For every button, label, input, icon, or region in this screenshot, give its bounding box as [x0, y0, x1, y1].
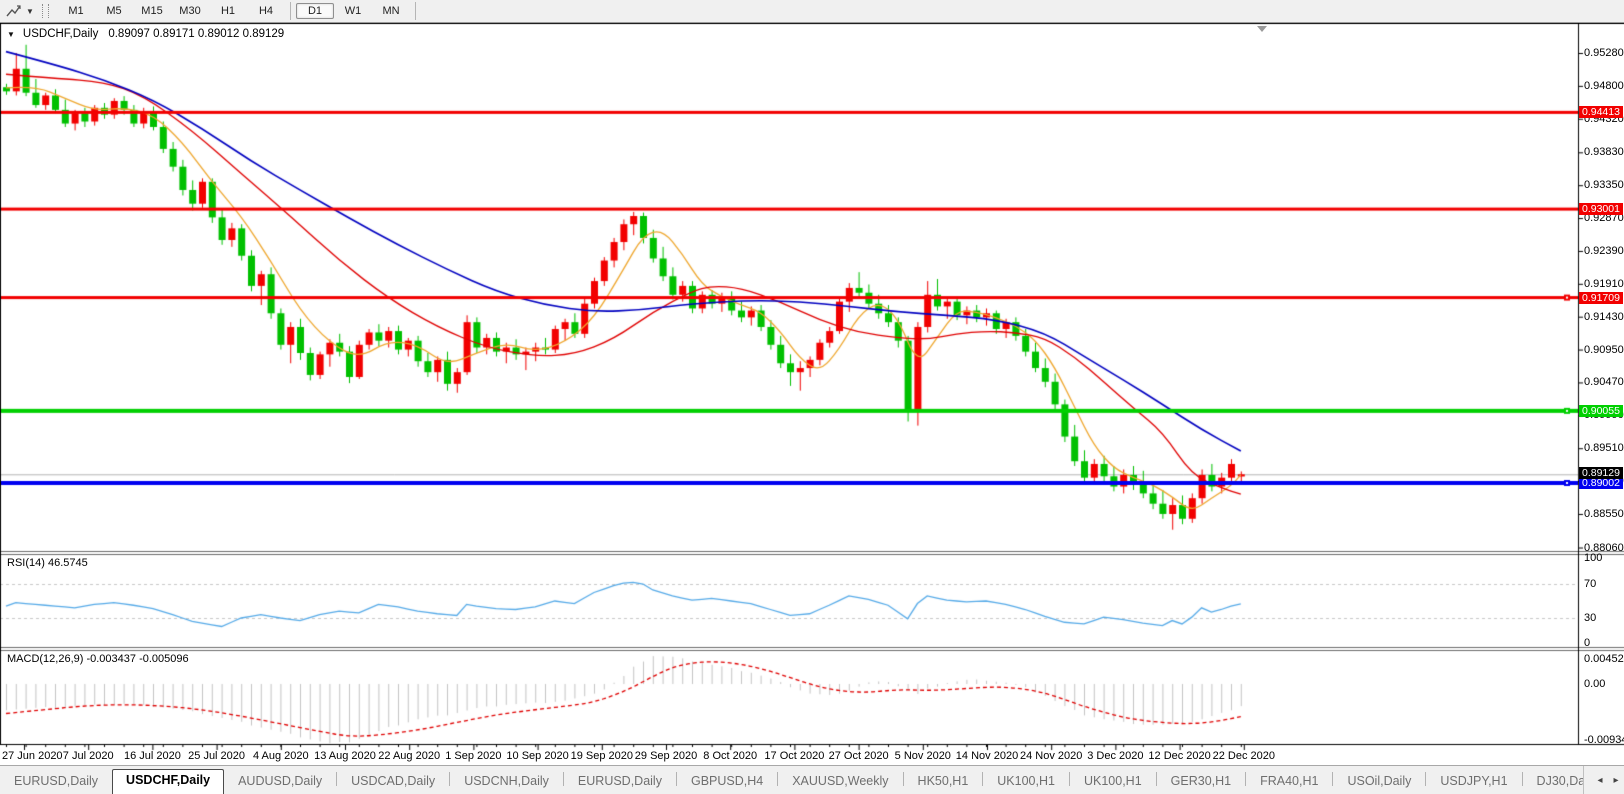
rsi-tick-label: 100 [1584, 552, 1602, 564]
price-tick-label: 0.93350 [1584, 179, 1624, 191]
price-tick-label: 0.91910 [1584, 278, 1624, 290]
rsi-tick-label: 0 [1584, 637, 1590, 649]
chart-shift-marker-icon[interactable] [1257, 26, 1267, 32]
chart-tab-usoil[interactable]: USOil,Daily [1333, 770, 1425, 794]
macd-indicator-label: MACD(12,26,9) -0.003437 -0.005096 [7, 653, 189, 665]
date-tick-label: 12 Dec 2020 [1148, 750, 1210, 762]
chart-tab-gbpusd[interactable]: GBPUSD,H4 [677, 770, 777, 794]
chart-tab-fra40[interactable]: FRA40,H1 [1246, 770, 1332, 794]
chart-tab-audusd[interactable]: AUDUSD,Daily [224, 770, 336, 794]
top-toolbar: ▼ M1M5M15M30H1H4 D1W1MN [0, 0, 1624, 23]
date-tick-label: 17 Oct 2020 [764, 750, 824, 762]
chart-tool-icon[interactable] [4, 3, 22, 19]
chart-tab-eurusd[interactable]: EURUSD,Daily [0, 770, 112, 794]
symbol-dropdown-icon[interactable]: ▼ [7, 30, 15, 39]
tab-strip: EURUSD,DailyUSDCHF,DailyAUDUSD,DailyUSDC… [0, 766, 1584, 794]
timeframe-h1-button[interactable]: H1 [209, 3, 247, 19]
date-tick-label: 8 Oct 2020 [703, 750, 757, 762]
date-tick-label: 4 Aug 2020 [253, 750, 309, 762]
chart-ohlc-values: 0.89097 0.89171 0.89012 0.89129 [108, 28, 284, 40]
chart-symbol-label: USDCHF,Daily [23, 28, 98, 40]
rsi-tick-label: 30 [1584, 612, 1596, 624]
timeframe-buttons: M1M5M15M30H1H4 D1W1MN [57, 2, 421, 20]
date-tick-label: 13 Aug 2020 [314, 750, 376, 762]
price-tick-label: 0.90950 [1584, 344, 1624, 356]
hline-price-tag[interactable]: 0.91709 [1579, 292, 1623, 304]
chart-tab-usdjpy[interactable]: USDJPY,H1 [1426, 770, 1521, 794]
timeframe-mn-button[interactable]: MN [372, 3, 410, 19]
price-tick-label: 0.90470 [1584, 376, 1624, 388]
chart-tab-hk50[interactable]: HK50,H1 [904, 770, 983, 794]
date-tick-label: 24 Nov 2020 [1020, 750, 1082, 762]
price-tick-label: 0.92390 [1584, 245, 1624, 257]
date-tick-label: 22 Dec 2020 [1213, 750, 1275, 762]
date-tick-label: 7 Jul 2020 [63, 750, 114, 762]
date-tick-label: 5 Nov 2020 [895, 750, 951, 762]
tab-scroll-arrows: ◂ ▸ [1583, 766, 1624, 794]
chart-tab-ger30[interactable]: GER30,H1 [1157, 770, 1245, 794]
chevron-down-icon[interactable]: ▼ [24, 7, 36, 16]
timeframe-w1-button[interactable]: W1 [334, 3, 372, 19]
date-tick-label: 25 Jul 2020 [188, 750, 245, 762]
price-tick-label: 0.89510 [1584, 442, 1624, 454]
chart-tab-usdcad[interactable]: USDCAD,Daily [337, 770, 449, 794]
toolbar-grip[interactable] [42, 4, 49, 18]
chart-tab-usdchf[interactable]: USDCHF,Daily [112, 769, 224, 794]
hline-price-tag[interactable]: 0.94413 [1579, 106, 1623, 118]
timeframe-d1-button[interactable]: D1 [296, 3, 334, 19]
macd-tick-label: 0.004527 [1584, 653, 1624, 665]
chart-tab-eurusd[interactable]: EURUSD,Daily [564, 770, 676, 794]
chart-tab-bar: EURUSD,DailyUSDCHF,DailyAUDUSD,DailyUSDC… [0, 765, 1624, 794]
macd-tick-label: -0.009348 [1584, 734, 1624, 746]
timeframe-m1-button[interactable]: M1 [57, 3, 95, 19]
date-tick-label: 22 Aug 2020 [378, 750, 440, 762]
rsi-tick-label: 70 [1584, 578, 1596, 590]
toolbar-divider [290, 2, 291, 20]
price-tick-label: 0.94800 [1584, 80, 1624, 92]
price-tick-label: 0.88550 [1584, 508, 1624, 520]
current-price-tag: 0.89129 [1579, 467, 1623, 479]
chart-tab-dj30[interactable]: DJ30,Daily [1523, 770, 1584, 794]
timeframe-m30-button[interactable]: M30 [171, 3, 209, 19]
chart-tab-xauusd[interactable]: XAUUSD,Weekly [778, 770, 902, 794]
chart-tab-uk100[interactable]: UK100,H1 [983, 770, 1069, 794]
date-tick-label: 10 Sep 2020 [506, 750, 568, 762]
hline-price-tag[interactable]: 0.93001 [1579, 203, 1623, 215]
tab-scroll-right-icon[interactable]: ▸ [1608, 775, 1624, 786]
price-chart-canvas[interactable] [0, 23, 1624, 765]
chart-tab-uk100[interactable]: UK100,H1 [1070, 770, 1156, 794]
timeframe-m15-button[interactable]: M15 [133, 3, 171, 19]
date-tick-label: 3 Dec 2020 [1087, 750, 1143, 762]
hline-price-tag[interactable]: 0.90055 [1579, 405, 1623, 417]
date-tick-label: 1 Sep 2020 [445, 750, 501, 762]
date-tick-label: 27 Jun 2020 [2, 750, 63, 762]
tab-scroll-left-icon[interactable]: ◂ [1592, 775, 1608, 786]
toolbar-divider [415, 2, 416, 20]
chart-window: ▼ USDCHF,Daily 0.89097 0.89171 0.89012 0… [0, 23, 1624, 765]
date-tick-label: 29 Sep 2020 [635, 750, 697, 762]
timeframe-h4-button[interactable]: H4 [247, 3, 285, 19]
date-tick-label: 14 Nov 2020 [956, 750, 1018, 762]
date-tick-label: 19 Sep 2020 [571, 750, 633, 762]
price-tick-label: 0.95280 [1584, 47, 1624, 59]
date-tick-label: 27 Oct 2020 [829, 750, 889, 762]
macd-tick-label: 0.00 [1584, 678, 1605, 690]
rsi-indicator-label: RSI(14) 46.5745 [7, 557, 88, 569]
date-tick-label: 16 Jul 2020 [124, 750, 181, 762]
chart-tab-usdcnh[interactable]: USDCNH,Daily [450, 770, 563, 794]
price-tick-label: 0.93830 [1584, 146, 1624, 158]
chart-title: ▼ USDCHF,Daily 0.89097 0.89171 0.89012 0… [7, 28, 284, 40]
timeframe-m5-button[interactable]: M5 [95, 3, 133, 19]
price-tick-label: 0.91430 [1584, 311, 1624, 323]
